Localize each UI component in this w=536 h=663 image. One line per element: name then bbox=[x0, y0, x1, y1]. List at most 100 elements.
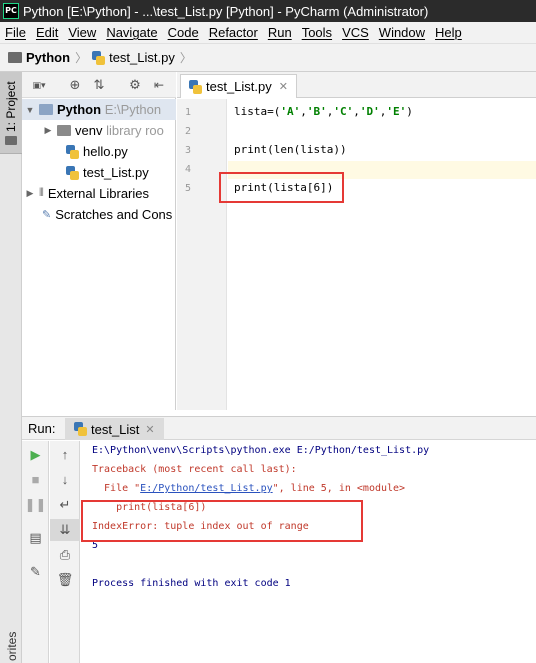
menu-code[interactable]: Code bbox=[163, 25, 204, 40]
menu-navigate[interactable]: Navigate bbox=[101, 25, 162, 40]
project-panel: ▣▾ ⊕ ⇅ ⚙ ⇤ ▼ Python E:\Python ▶ venv lib… bbox=[22, 72, 176, 410]
project-tool-tab-label: 1: Project bbox=[4, 81, 18, 132]
folder-icon bbox=[5, 136, 17, 145]
trash-icon[interactable]: 🗑 bbox=[50, 569, 80, 591]
hide-icon[interactable]: ⇤ bbox=[152, 78, 166, 92]
code-line-3: print(len(lista)) bbox=[234, 143, 347, 156]
tree-item-python[interactable]: ▼ Python E:\Python bbox=[22, 99, 176, 120]
tree-item-test-list[interactable]: test_List.py bbox=[22, 162, 176, 183]
python-file-icon bbox=[189, 79, 202, 94]
chevron-right-icon: 〉 bbox=[179, 51, 192, 65]
close-icon[interactable]: ✕ bbox=[279, 80, 288, 93]
menu-vcs[interactable]: VCS bbox=[337, 25, 374, 40]
breadcrumb-file[interactable]: test_List.py bbox=[92, 50, 175, 65]
breadcrumb: Python 〉 test_List.py 〉 bbox=[0, 44, 536, 72]
run-panel-header: Run: test_List ✕ bbox=[22, 416, 536, 440]
menu-edit[interactable]: Edit bbox=[31, 25, 63, 40]
menu-help[interactable]: Help bbox=[430, 25, 467, 40]
breadcrumb-file-label: test_List.py bbox=[109, 50, 175, 65]
tree-label: venv bbox=[75, 123, 103, 138]
editor-tab-label: test_List.py bbox=[206, 79, 272, 94]
favorites-tool-tab[interactable]: orites bbox=[5, 632, 19, 661]
pin-icon[interactable]: ✎ bbox=[22, 561, 49, 583]
folder-icon bbox=[8, 52, 22, 63]
arrow-down-icon[interactable]: ↓ bbox=[50, 469, 80, 491]
tree-label: Scratches and Cons bbox=[55, 207, 173, 222]
menu-bar: File Edit View Navigate Code Refactor Ru… bbox=[0, 22, 536, 44]
folder-icon bbox=[39, 104, 53, 115]
menu-window[interactable]: Window bbox=[374, 25, 430, 40]
python-file-icon bbox=[66, 165, 79, 180]
print-icon[interactable]: ⎙ bbox=[50, 544, 80, 566]
menu-refactor[interactable]: Refactor bbox=[204, 25, 263, 40]
library-icon: ⦀ bbox=[39, 187, 44, 199]
chevron-right-icon: 〉 bbox=[75, 51, 88, 65]
menu-view[interactable]: View bbox=[63, 25, 101, 40]
folder-icon bbox=[57, 125, 71, 136]
tree-label: Python bbox=[57, 102, 102, 117]
project-tool-tab[interactable]: 1: Project bbox=[0, 72, 22, 154]
left-tool-stripe bbox=[0, 72, 22, 663]
line-number: 4 bbox=[184, 164, 191, 175]
python-file-icon bbox=[66, 144, 79, 159]
code-editor[interactable]: lista=('A','B','C','D','E') print(len(li… bbox=[228, 99, 536, 410]
close-icon[interactable]: ✕ bbox=[145, 423, 154, 436]
scratches-icon: ✎ bbox=[42, 209, 52, 221]
run-label: Run: bbox=[28, 421, 56, 436]
locate-icon[interactable]: ⊕ bbox=[68, 78, 82, 92]
python-file-icon bbox=[92, 50, 106, 65]
pycharm-logo-icon: PC bbox=[3, 3, 19, 19]
run-tab-test-list[interactable]: test_List ✕ bbox=[65, 418, 164, 440]
line-number: 3 bbox=[184, 145, 191, 156]
console-file-line: File "E:/Python/test_List.py", line 5, i… bbox=[92, 483, 406, 494]
line-number: 1 bbox=[184, 107, 191, 118]
line-number: 5 bbox=[184, 183, 191, 194]
run-tab-label: test_List bbox=[91, 421, 140, 437]
tree-hint: library roo bbox=[106, 123, 164, 138]
run-toolbar-primary: ▶ ■ ❚❚ ▤ ✎ bbox=[22, 441, 49, 663]
chevron-right-icon: ▶ bbox=[44, 125, 52, 135]
tree-item-scratches[interactable]: ✎ Scratches and Cons bbox=[22, 204, 176, 225]
console-traceback: Traceback (most recent call last): bbox=[92, 464, 297, 475]
chevron-right-icon: ▶ bbox=[26, 188, 34, 198]
console-command: E:\Python\venv\Scripts\python.exe E:/Pyt… bbox=[92, 445, 430, 456]
scroll-to-end-icon[interactable]: ⇊ bbox=[50, 519, 80, 541]
tree-item-external-libraries[interactable]: ▶ ⦀ External Libraries bbox=[22, 183, 176, 204]
line-number: 2 bbox=[184, 126, 191, 137]
code-line-1: lista=('A','B','C','D','E') bbox=[234, 105, 413, 118]
console-exit-message: Process finished with exit code 1 bbox=[92, 578, 291, 589]
project-view-dropdown-icon[interactable]: ▣▾ bbox=[30, 78, 48, 92]
editor-tab-bar: test_List.py ✕ bbox=[177, 72, 536, 98]
tree-path: E:\Python bbox=[104, 102, 162, 117]
stop-icon[interactable]: ■ bbox=[22, 469, 49, 491]
menu-run[interactable]: Run bbox=[263, 25, 297, 40]
menu-tools[interactable]: Tools bbox=[297, 25, 337, 40]
breadcrumb-project[interactable]: Python bbox=[8, 50, 70, 65]
python-file-icon bbox=[74, 422, 87, 436]
window-title: Python [E:\Python] - ...\test_List.py [P… bbox=[23, 3, 429, 19]
title-bar: PC Python [E:\Python] - ...\test_List.py… bbox=[0, 0, 536, 22]
breadcrumb-project-label: Python bbox=[26, 50, 71, 65]
tab-test-list[interactable]: test_List.py ✕ bbox=[180, 74, 297, 98]
arrow-up-icon[interactable]: ↑ bbox=[50, 444, 80, 466]
tree-label: External Libraries bbox=[47, 186, 149, 201]
layout-icon[interactable]: ▤ bbox=[22, 527, 49, 549]
gear-icon[interactable]: ⚙ bbox=[128, 78, 142, 92]
tree-label: test_List.py bbox=[83, 165, 149, 180]
rerun-icon[interactable]: ▶ bbox=[22, 444, 49, 466]
tree-item-hello[interactable]: hello.py bbox=[22, 141, 176, 162]
run-console[interactable]: E:\Python\venv\Scripts\python.exe E:/Pyt… bbox=[81, 441, 536, 663]
pause-icon[interactable]: ❚❚ bbox=[22, 494, 49, 516]
run-toolbar-secondary: ↑ ↓ ↵ ⇊ ⎙ 🗑 bbox=[50, 441, 80, 663]
menu-file[interactable]: File bbox=[0, 25, 31, 40]
project-toolbar: ▣▾ ⊕ ⇅ ⚙ ⇤ bbox=[22, 72, 176, 98]
annotation-highlight-box bbox=[81, 500, 363, 542]
line-number-gutter: 1 2 3 4 5 bbox=[177, 99, 227, 410]
collapse-icon[interactable]: ⇅ bbox=[92, 78, 106, 92]
chevron-down-icon: ▼ bbox=[25, 104, 35, 115]
tree-label: hello.py bbox=[83, 144, 128, 159]
soft-wrap-icon[interactable]: ↵ bbox=[50, 494, 80, 516]
annotation-highlight-box bbox=[219, 172, 344, 203]
console-file-link[interactable]: E:/Python/test_List.py bbox=[140, 483, 272, 494]
tree-item-venv[interactable]: ▶ venv library roo bbox=[22, 120, 176, 141]
